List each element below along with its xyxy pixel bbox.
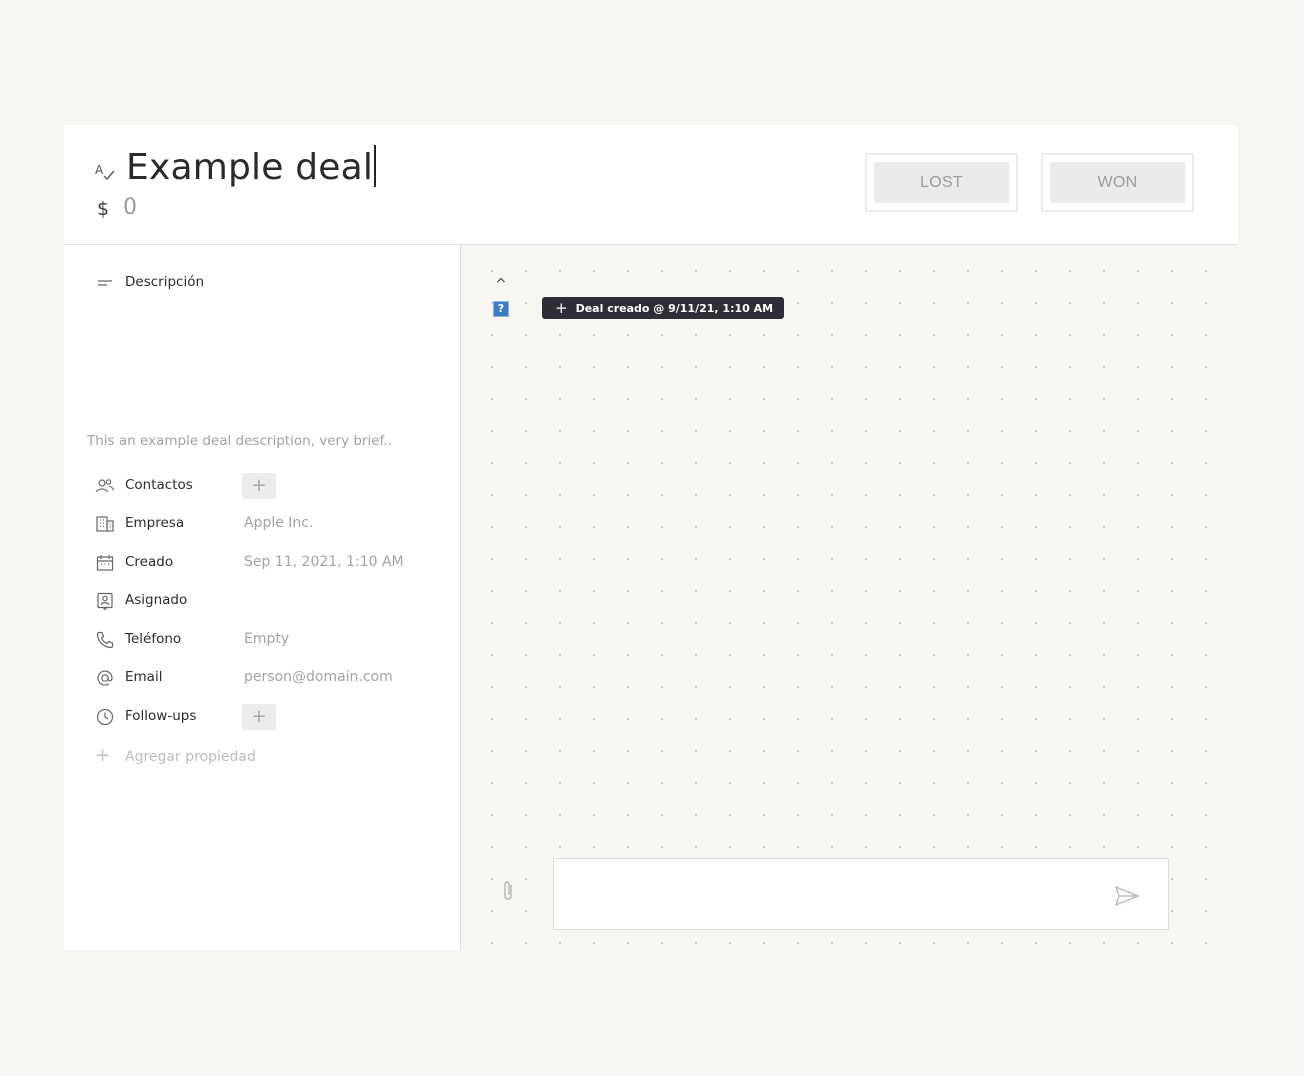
- add-property-button[interactable]: + Agregar propiedad: [95, 745, 256, 766]
- property-description[interactable]: Descripción: [95, 271, 435, 295]
- property-label-followups: Follow-ups: [125, 708, 197, 724]
- chevron-up-icon[interactable]: [494, 273, 508, 287]
- currency-symbol: $: [97, 198, 110, 220]
- plus-icon: +: [95, 745, 111, 766]
- add-followup-button[interactable]: +: [242, 704, 276, 730]
- plus-icon: +: [555, 299, 568, 317]
- description-value[interactable]: This an example deal description, very b…: [87, 433, 392, 449]
- property-value-phone[interactable]: Empty: [244, 631, 289, 647]
- deal-amount[interactable]: 0: [123, 195, 137, 220]
- phone-icon: [96, 631, 114, 649]
- add-property-label: Agregar propiedad: [125, 749, 256, 765]
- property-label-assigned: Asignado: [125, 592, 188, 608]
- message-composer[interactable]: [553, 858, 1169, 930]
- property-label-contacts: Contactos: [125, 477, 193, 493]
- lost-button[interactable]: LOST: [865, 153, 1018, 212]
- won-button-label[interactable]: WON: [1050, 162, 1185, 203]
- short-text-icon: [98, 280, 112, 286]
- paperclip-icon[interactable]: [499, 877, 517, 903]
- clock-icon: [96, 708, 114, 726]
- text-caret: [374, 145, 376, 187]
- property-label-phone: Teléfono: [125, 631, 182, 647]
- spellcheck-icon: A: [95, 163, 115, 181]
- message-input[interactable]: [554, 859, 1168, 929]
- property-assigned[interactable]: Asignado: [95, 589, 435, 613]
- deal-title-text[interactable]: Example deal: [126, 147, 373, 188]
- deal-header: A Example deal $ 0 LOST WON: [64, 125, 1238, 245]
- property-contacts: Contactos +: [95, 473, 435, 499]
- add-contact-button[interactable]: +: [242, 473, 276, 499]
- avatar: ?: [493, 301, 509, 317]
- property-created: Creado Sep 11, 2021, 1:10 AM: [95, 551, 435, 575]
- at-sign-icon: [97, 670, 113, 686]
- send-icon[interactable]: [1114, 885, 1140, 907]
- property-company[interactable]: Empresa Apple Inc.: [95, 512, 435, 536]
- property-label-company: Empresa: [125, 515, 185, 531]
- event-deal-created: + Deal creado @ 9/11/21, 1:10 AM: [542, 297, 785, 319]
- properties-sidebar: Descripción This an example deal descrip…: [64, 245, 461, 950]
- deal-card: A Example deal $ 0 LOST WON Descripción …: [64, 125, 1238, 950]
- activity-feed: ? + Deal creado @ 9/11/21, 1:10 AM: [462, 245, 1238, 950]
- property-phone[interactable]: Teléfono Empty: [95, 628, 435, 652]
- calendar-icon: [96, 555, 114, 571]
- people-icon: [95, 479, 115, 493]
- property-label-created: Creado: [125, 554, 174, 570]
- svg-text:A: A: [95, 163, 104, 177]
- event-text: Deal creado @ 9/11/21, 1:10 AM: [575, 302, 774, 315]
- property-followups: Follow-ups +: [95, 704, 435, 730]
- assignee-badge-icon: [97, 592, 113, 611]
- won-button[interactable]: WON: [1041, 153, 1194, 212]
- lost-button-label[interactable]: LOST: [874, 162, 1009, 203]
- property-value-company[interactable]: Apple Inc.: [244, 515, 313, 531]
- property-label-description: Descripción: [125, 274, 205, 290]
- deal-title[interactable]: Example deal: [126, 145, 376, 188]
- property-label-email: Email: [125, 669, 163, 685]
- property-email[interactable]: Email person@domain.com: [95, 666, 435, 690]
- building-icon: [96, 516, 114, 532]
- property-value-created: Sep 11, 2021, 1:10 AM: [244, 554, 404, 570]
- property-value-email[interactable]: person@domain.com: [244, 669, 393, 685]
